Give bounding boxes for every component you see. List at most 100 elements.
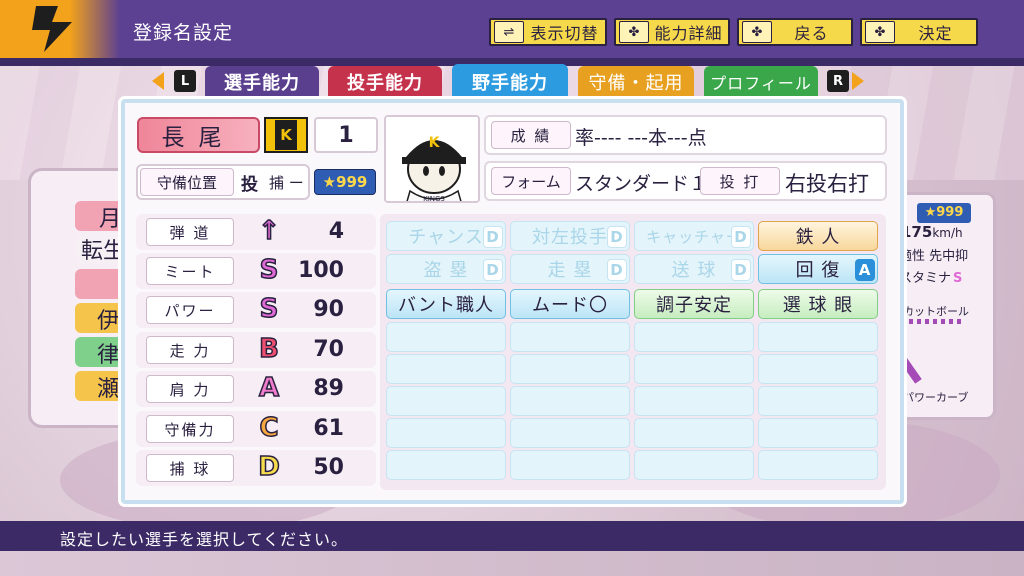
ability-row-speed[interactable]: 走 力 B 70 xyxy=(136,332,376,368)
speed-readout: 175km/h xyxy=(901,223,963,241)
skill-cell[interactable]: 送 球D xyxy=(634,254,754,284)
skill-cell-empty[interactable] xyxy=(386,450,506,480)
skill-cell[interactable]: 調子安定 xyxy=(634,289,754,319)
uniform-number: 1 xyxy=(314,117,378,153)
aptitude-line: 適性 先中抑 xyxy=(899,249,969,264)
ability-label: 守備力 xyxy=(146,415,234,443)
player-avatar: K KINGS xyxy=(384,115,480,203)
ability-value: 100 xyxy=(298,258,344,283)
ability-row-catching[interactable]: 捕 球 D 50 xyxy=(136,450,376,486)
tab-player-ability[interactable]: 選手能力 xyxy=(205,66,319,98)
ability-row-power[interactable]: パワー S 90 xyxy=(136,292,376,328)
skill-cell[interactable]: 回 復A xyxy=(758,254,878,284)
tab-fielder-ability[interactable]: 野手能力 xyxy=(452,64,568,100)
skill-cell[interactable]: バント職人 xyxy=(386,289,506,319)
skill-cell-empty[interactable] xyxy=(510,450,630,480)
confirm-button[interactable]: ✤ 決定 xyxy=(860,18,978,46)
record-value: 率---- ---本---点 xyxy=(575,127,707,149)
page-title: 登録名設定 xyxy=(133,22,234,44)
skill-cell[interactable]: 盗 塁D xyxy=(386,254,506,284)
button-label: 決定 xyxy=(918,24,953,43)
skill-cell-empty[interactable] xyxy=(758,450,878,480)
grade-badge: D xyxy=(731,226,751,248)
grade-badge: D xyxy=(607,226,627,248)
skill-cell-empty[interactable] xyxy=(634,322,754,352)
skill-cell-empty[interactable] xyxy=(634,386,754,416)
ability-value: 50 xyxy=(313,455,344,480)
skill-cell-empty[interactable] xyxy=(758,322,878,352)
svg-text:KINGS: KINGS xyxy=(423,195,445,203)
position-main: 投 xyxy=(241,175,258,195)
button-label: 表示切替 xyxy=(530,24,599,43)
dpad-icon: ✤ xyxy=(742,21,772,43)
dpad-icon: ✤ xyxy=(865,21,895,43)
skill-cell[interactable]: チャンス D xyxy=(386,221,506,251)
grade-badge: S xyxy=(259,293,279,325)
toggle-display-button[interactable]: ⇌ 表示切替 xyxy=(489,18,607,46)
skill-cell[interactable]: 対左投手 D xyxy=(510,221,630,251)
ability-row-arm[interactable]: 肩 力 A 89 xyxy=(136,371,376,407)
ability-row-trajectory[interactable]: 弾 道 ↑ 4 xyxy=(136,214,376,250)
ability-label: 弾 道 xyxy=(146,218,234,246)
skill-cell-empty[interactable] xyxy=(386,354,506,384)
r-button-icon: R xyxy=(827,70,849,92)
ability-row-contact[interactable]: ミート S 100 xyxy=(136,253,376,289)
skill-cell-empty[interactable] xyxy=(510,354,630,384)
lightning-bolt-icon xyxy=(32,6,72,52)
grade-badge: A xyxy=(855,259,875,281)
skill-cell[interactable]: 選 球 眼 xyxy=(758,289,878,319)
tab-pitcher-ability[interactable]: 投手能力 xyxy=(328,66,442,98)
skill-cell-empty[interactable] xyxy=(510,386,630,416)
ability-label: ミート xyxy=(146,257,234,285)
tab-prev-arrow-icon[interactable] xyxy=(152,72,164,90)
skill-cell-empty[interactable] xyxy=(386,418,506,448)
ability-label: パワー xyxy=(146,296,234,324)
pitch-bar xyxy=(901,319,963,324)
team-logo-icon: K xyxy=(264,117,308,153)
tab-defense-usage[interactable]: 守備・起用 xyxy=(578,66,694,98)
pitch-label: カットボール xyxy=(903,305,969,318)
position-label: 守備位置 xyxy=(140,168,234,196)
rating-badge: ★999 xyxy=(917,203,971,223)
grade-badge: C xyxy=(259,412,280,444)
ability-value: 61 xyxy=(313,416,344,441)
bat-throw-value: 右投右打 xyxy=(785,172,869,196)
skill-cell-empty[interactable] xyxy=(758,418,878,448)
ability-value: 89 xyxy=(313,376,344,401)
skill-cell-empty[interactable] xyxy=(758,354,878,384)
stamina-line: スタミナ S xyxy=(899,271,963,286)
grade-badge: B xyxy=(258,333,279,365)
skill-cell-empty[interactable] xyxy=(510,322,630,352)
skill-cell-empty[interactable] xyxy=(510,418,630,448)
ability-row-fielding[interactable]: 守備力 C 61 xyxy=(136,411,376,447)
ability-detail-button[interactable]: ✤ 能力詳細 xyxy=(614,18,730,46)
button-label: 戻る xyxy=(794,24,829,43)
skill-cell-empty[interactable] xyxy=(634,418,754,448)
special-ability-grid: チャンス D 対左投手 D キャッチャー D 鉄 人 盗 塁D 走 塁D 送 球D 回… xyxy=(380,214,886,490)
ability-value: 4 xyxy=(328,219,344,244)
footer-strip xyxy=(0,551,1024,576)
record-label: 成 績 xyxy=(491,121,571,149)
skill-cell-empty[interactable] xyxy=(386,386,506,416)
ability-label: 走 力 xyxy=(146,336,234,364)
ability-label: 肩 力 xyxy=(146,375,234,403)
back-button[interactable]: ✤ 戻る xyxy=(737,18,853,46)
skill-cell-empty[interactable] xyxy=(758,386,878,416)
skill-cell[interactable]: ムード〇 xyxy=(510,289,630,319)
skill-cell-empty[interactable] xyxy=(386,322,506,352)
skill-cell-empty[interactable] xyxy=(634,354,754,384)
skill-cell[interactable]: 走 塁D xyxy=(510,254,630,284)
player-name: 長尾 xyxy=(137,117,260,153)
skill-cell-empty[interactable] xyxy=(634,450,754,480)
skill-cell[interactable]: 鉄 人 xyxy=(758,221,878,251)
tab-next-arrow-icon[interactable] xyxy=(852,72,864,90)
instruction-text: 設定したい選手を選択してください。 xyxy=(60,530,349,549)
ability-value: 70 xyxy=(313,337,344,362)
grade-badge: D xyxy=(483,259,503,281)
grade-badge: A xyxy=(258,372,280,404)
toggle-icon: ⇌ xyxy=(494,21,524,43)
skill-cell[interactable]: キャッチャー D xyxy=(634,221,754,251)
grade-badge: D xyxy=(483,226,503,248)
tab-profile[interactable]: プロフィール xyxy=(704,66,818,98)
dpad-icon: ✤ xyxy=(619,21,649,43)
